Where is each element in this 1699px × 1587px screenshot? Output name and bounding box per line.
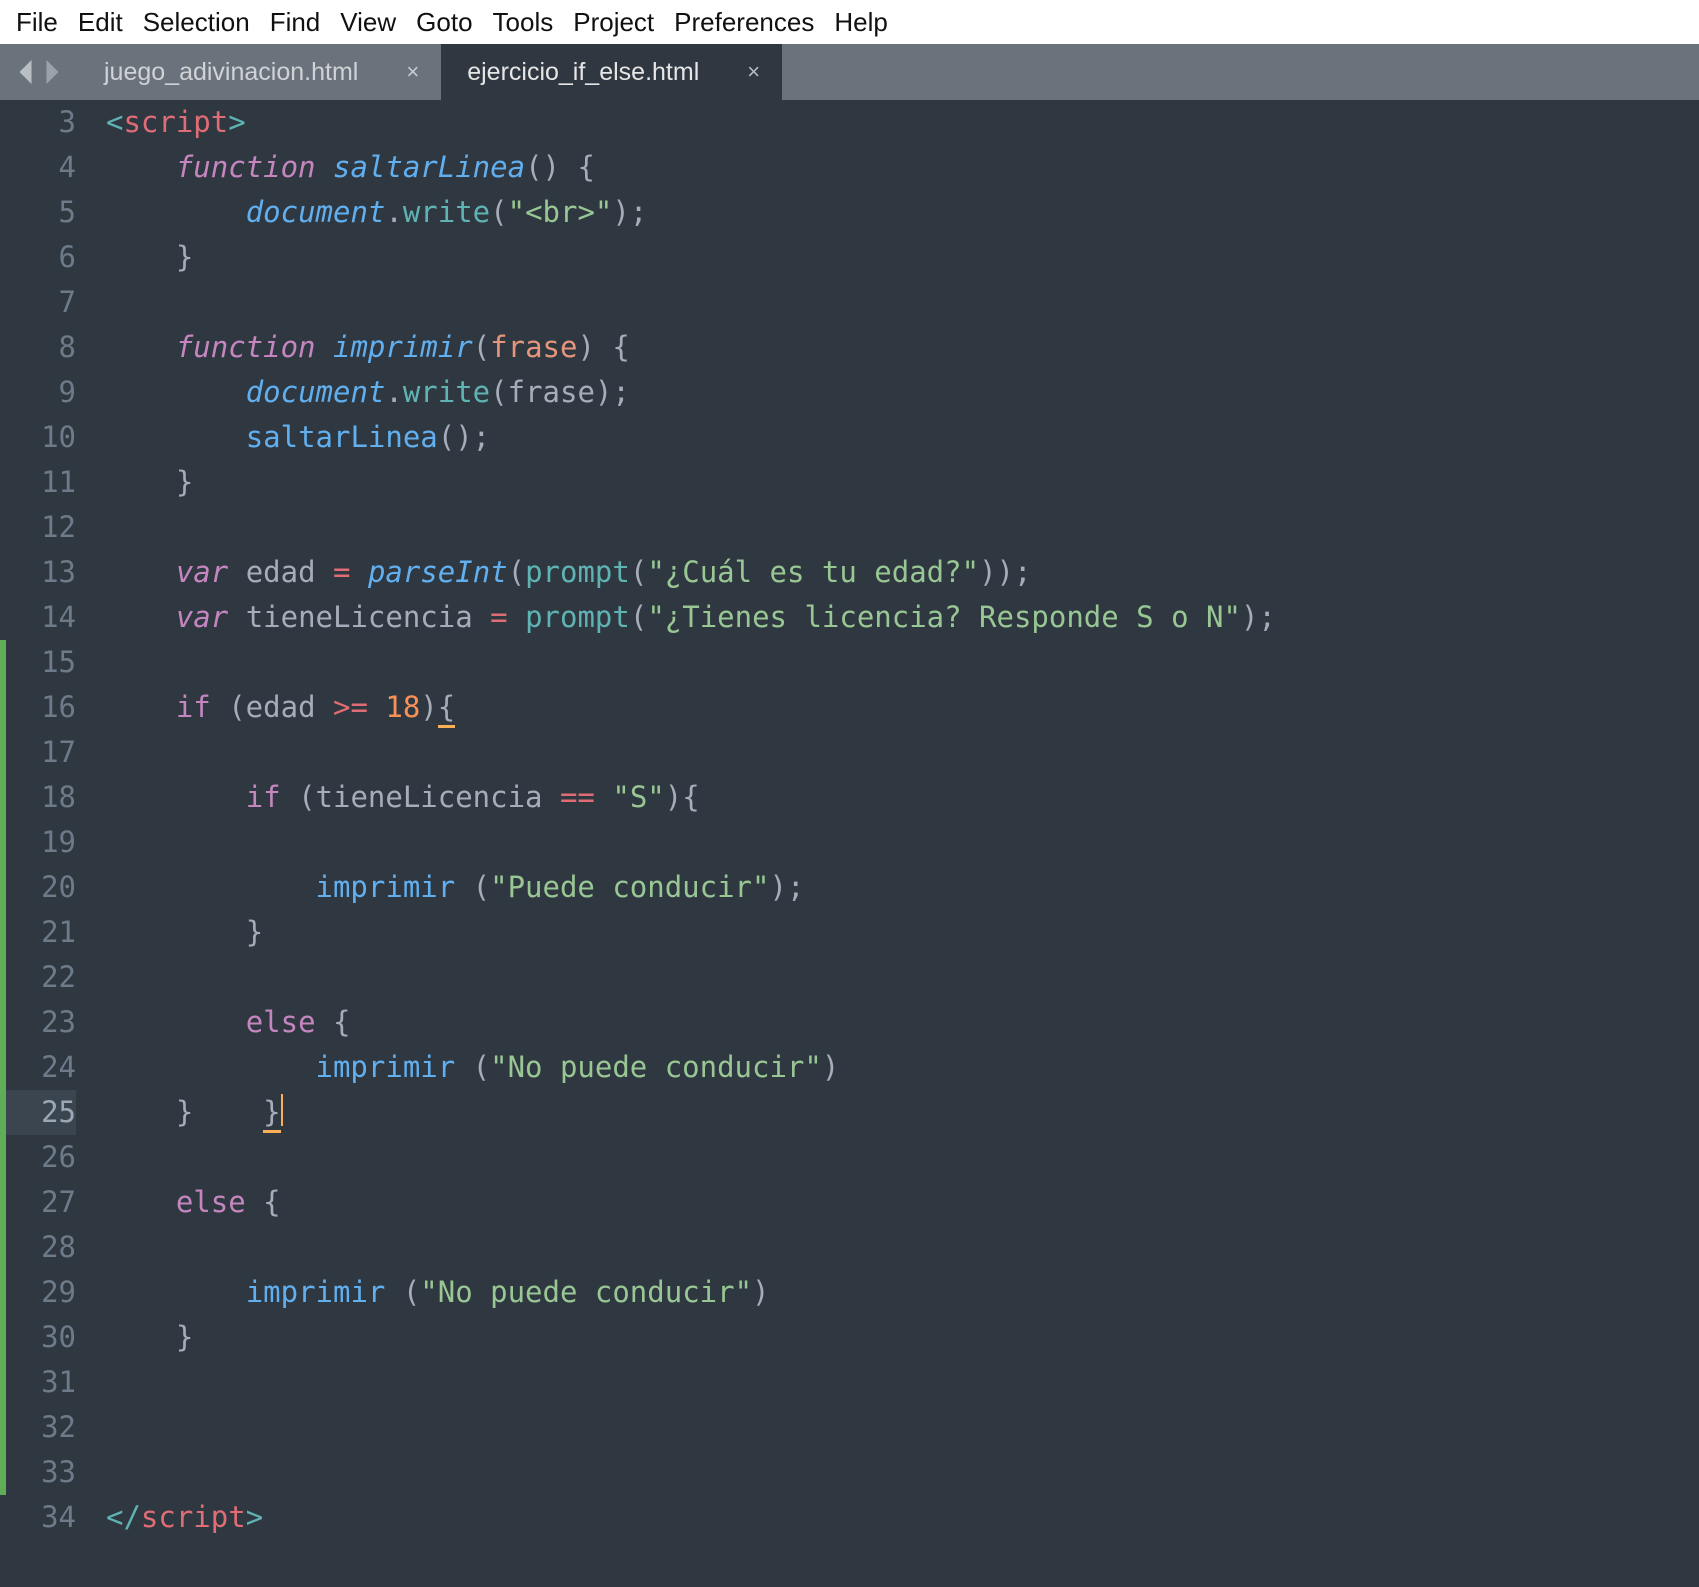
code-line[interactable] (106, 955, 1699, 1000)
code-line[interactable]: else { (106, 1000, 1699, 1045)
code-line[interactable]: document.write("<br>"); (106, 190, 1699, 235)
tab-strip: juego_adivinacion.html×ejercicio_if_else… (0, 44, 1699, 100)
line-number: 5 (0, 190, 76, 235)
code-line[interactable] (106, 505, 1699, 550)
code-line[interactable] (106, 820, 1699, 865)
tab-label: ejercicio_if_else.html (467, 58, 699, 87)
line-number: 8 (0, 325, 76, 370)
line-number: 28 (0, 1225, 76, 1270)
menu-project[interactable]: Project (563, 5, 664, 40)
tab-juego_adivinacion-html[interactable]: juego_adivinacion.html × (78, 44, 441, 100)
line-number: 24 (0, 1045, 76, 1090)
menu-help[interactable]: Help (824, 5, 897, 40)
line-number: 6 (0, 235, 76, 280)
code-line[interactable]: saltarLinea(); (106, 415, 1699, 460)
code-line[interactable] (106, 640, 1699, 685)
code-line[interactable] (106, 1360, 1699, 1405)
tab-ejercicio_if_else-html[interactable]: ejercicio_if_else.html × (441, 44, 782, 100)
tab-label: juego_adivinacion.html (104, 58, 358, 87)
code-line[interactable]: var tieneLicencia = prompt("¿Tienes lice… (106, 595, 1699, 640)
editor-area[interactable]: 3456789101112131415161718192021222324252… (0, 100, 1699, 1587)
menu-view[interactable]: View (330, 5, 406, 40)
close-icon[interactable]: × (747, 61, 760, 83)
nav-back-icon[interactable] (18, 60, 36, 84)
line-number-gutter: 3456789101112131415161718192021222324252… (0, 100, 94, 1587)
line-number: 23 (0, 1000, 76, 1045)
line-number: 11 (0, 460, 76, 505)
menu-preferences[interactable]: Preferences (664, 5, 824, 40)
line-number: 26 (0, 1135, 76, 1180)
line-number: 13 (0, 550, 76, 595)
menu-edit[interactable]: Edit (68, 5, 133, 40)
line-number: 33 (0, 1450, 76, 1495)
code-line[interactable]: <script> (106, 100, 1699, 145)
line-number: 14 (0, 595, 76, 640)
code-line[interactable]: } (106, 235, 1699, 280)
code-line[interactable]: imprimir ("Puede conducir"); (106, 865, 1699, 910)
code-line[interactable] (106, 1405, 1699, 1450)
line-number: 16 (0, 685, 76, 730)
line-number: 3 (0, 100, 76, 145)
line-number: 27 (0, 1180, 76, 1225)
line-number: 30 (0, 1315, 76, 1360)
code-content[interactable]: <script> function saltarLinea() { docume… (94, 100, 1699, 1587)
line-number: 18 (0, 775, 76, 820)
line-number: 29 (0, 1270, 76, 1315)
tab-history-nav[interactable] (0, 44, 78, 100)
line-number: 22 (0, 955, 76, 1000)
line-number: 21 (0, 910, 76, 955)
text-caret (281, 1094, 283, 1126)
line-number: 17 (0, 730, 76, 775)
code-line[interactable]: } } (106, 1090, 1699, 1135)
code-line[interactable] (106, 280, 1699, 325)
code-line[interactable]: else { (106, 1180, 1699, 1225)
menu-file[interactable]: File (6, 5, 68, 40)
line-number: 12 (0, 505, 76, 550)
line-number: 10 (0, 415, 76, 460)
line-number: 20 (0, 865, 76, 910)
code-line[interactable]: if (edad >= 18){ (106, 685, 1699, 730)
code-line[interactable]: if (tieneLicencia == "S"){ (106, 775, 1699, 820)
code-line[interactable]: function imprimir(frase) { (106, 325, 1699, 370)
line-number: 15 (0, 640, 76, 685)
code-line[interactable] (106, 1135, 1699, 1180)
code-line[interactable]: document.write(frase); (106, 370, 1699, 415)
code-line[interactable] (106, 1225, 1699, 1270)
line-number: 32 (0, 1405, 76, 1450)
code-line[interactable]: imprimir ("No puede conducir") (106, 1045, 1699, 1090)
modified-indicator (0, 640, 6, 1495)
code-line[interactable]: } (106, 460, 1699, 505)
menu-tools[interactable]: Tools (483, 5, 564, 40)
line-number: 34 (0, 1495, 76, 1540)
menu-selection[interactable]: Selection (133, 5, 260, 40)
line-number: 7 (0, 280, 76, 325)
line-number: 31 (0, 1360, 76, 1405)
code-line[interactable]: function saltarLinea() { (106, 145, 1699, 190)
nav-forward-icon[interactable] (42, 60, 60, 84)
code-line[interactable]: imprimir ("No puede conducir") (106, 1270, 1699, 1315)
code-line[interactable]: } (106, 1315, 1699, 1360)
menu-bar: FileEditSelectionFindViewGotoToolsProjec… (0, 0, 1699, 44)
line-number: 4 (0, 145, 76, 190)
close-icon[interactable]: × (406, 61, 419, 83)
code-line[interactable]: } (106, 910, 1699, 955)
line-number: 19 (0, 820, 76, 865)
code-line[interactable]: </script> (106, 1495, 1699, 1540)
menu-goto[interactable]: Goto (406, 5, 482, 40)
code-line[interactable] (106, 730, 1699, 775)
menu-find[interactable]: Find (260, 5, 331, 40)
code-line[interactable]: var edad = parseInt(prompt("¿Cuál es tu … (106, 550, 1699, 595)
code-line[interactable] (106, 1450, 1699, 1495)
line-number: 25 (0, 1090, 76, 1135)
line-number: 9 (0, 370, 76, 415)
